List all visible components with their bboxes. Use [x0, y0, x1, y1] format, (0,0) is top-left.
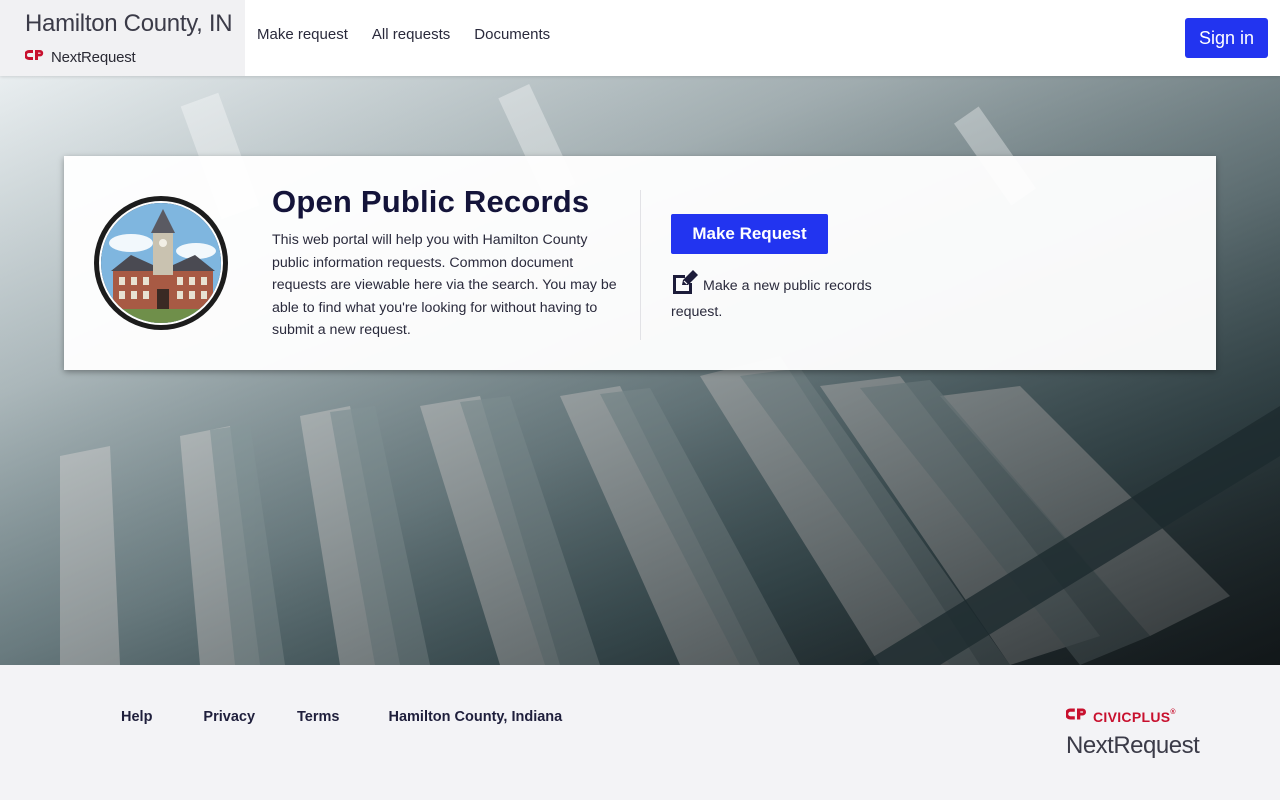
make-request-button[interactable]: Make Request	[671, 214, 828, 254]
footer-privacy-link[interactable]: Privacy	[203, 709, 255, 725]
card-divider	[640, 190, 641, 340]
civicplus-brand-row: CIVICPLUS®	[1064, 707, 1199, 726]
intro-description: This web portal will help you with Hamil…	[272, 232, 617, 338]
footer-help-link[interactable]: Help	[121, 709, 152, 725]
nav-all-requests[interactable]: All requests	[372, 26, 450, 43]
civicplus-logo[interactable]: CIVICPLUS® NextRequest	[1064, 707, 1200, 760]
site-header: Hamilton County, IN NextRequest Make req…	[0, 0, 1280, 76]
sign-in-button[interactable]: Sign in	[1185, 18, 1268, 58]
new-request-text: Make a new public records request.	[671, 278, 872, 320]
footer-terms-link[interactable]: Terms	[297, 709, 339, 725]
nav-make-request[interactable]: Make request	[257, 26, 348, 43]
county-seal	[94, 196, 228, 330]
nextrequest-wordmark: NextRequest	[1066, 732, 1200, 759]
courthouse-image	[99, 201, 223, 325]
brand-block[interactable]: Hamilton County, IN NextRequest	[0, 0, 245, 76]
footer-links: Help Privacy Terms Hamilton County, Indi…	[121, 709, 562, 725]
site-footer: Help Privacy Terms Hamilton County, Indi…	[0, 665, 1280, 800]
civicplus-wordmark: CIVICPLUS®	[1093, 708, 1176, 725]
cp-logo-icon	[24, 48, 45, 66]
main-nav: Make request All requests Documents	[257, 26, 550, 43]
org-title[interactable]: Hamilton County, IN	[25, 10, 233, 38]
new-request-hint: Make a new public records request.	[671, 270, 911, 323]
brand-logo: NextRequest	[24, 48, 136, 66]
intro-card: Open Public Records This web portal will…	[64, 156, 1216, 370]
brand-name: NextRequest	[51, 48, 136, 66]
cp-logo-icon	[1064, 707, 1088, 726]
edit-icon	[671, 270, 699, 301]
page-title: Open Public Records	[272, 184, 590, 219]
nav-documents[interactable]: Documents	[474, 26, 550, 43]
footer-county-link[interactable]: Hamilton County, Indiana	[388, 709, 562, 725]
